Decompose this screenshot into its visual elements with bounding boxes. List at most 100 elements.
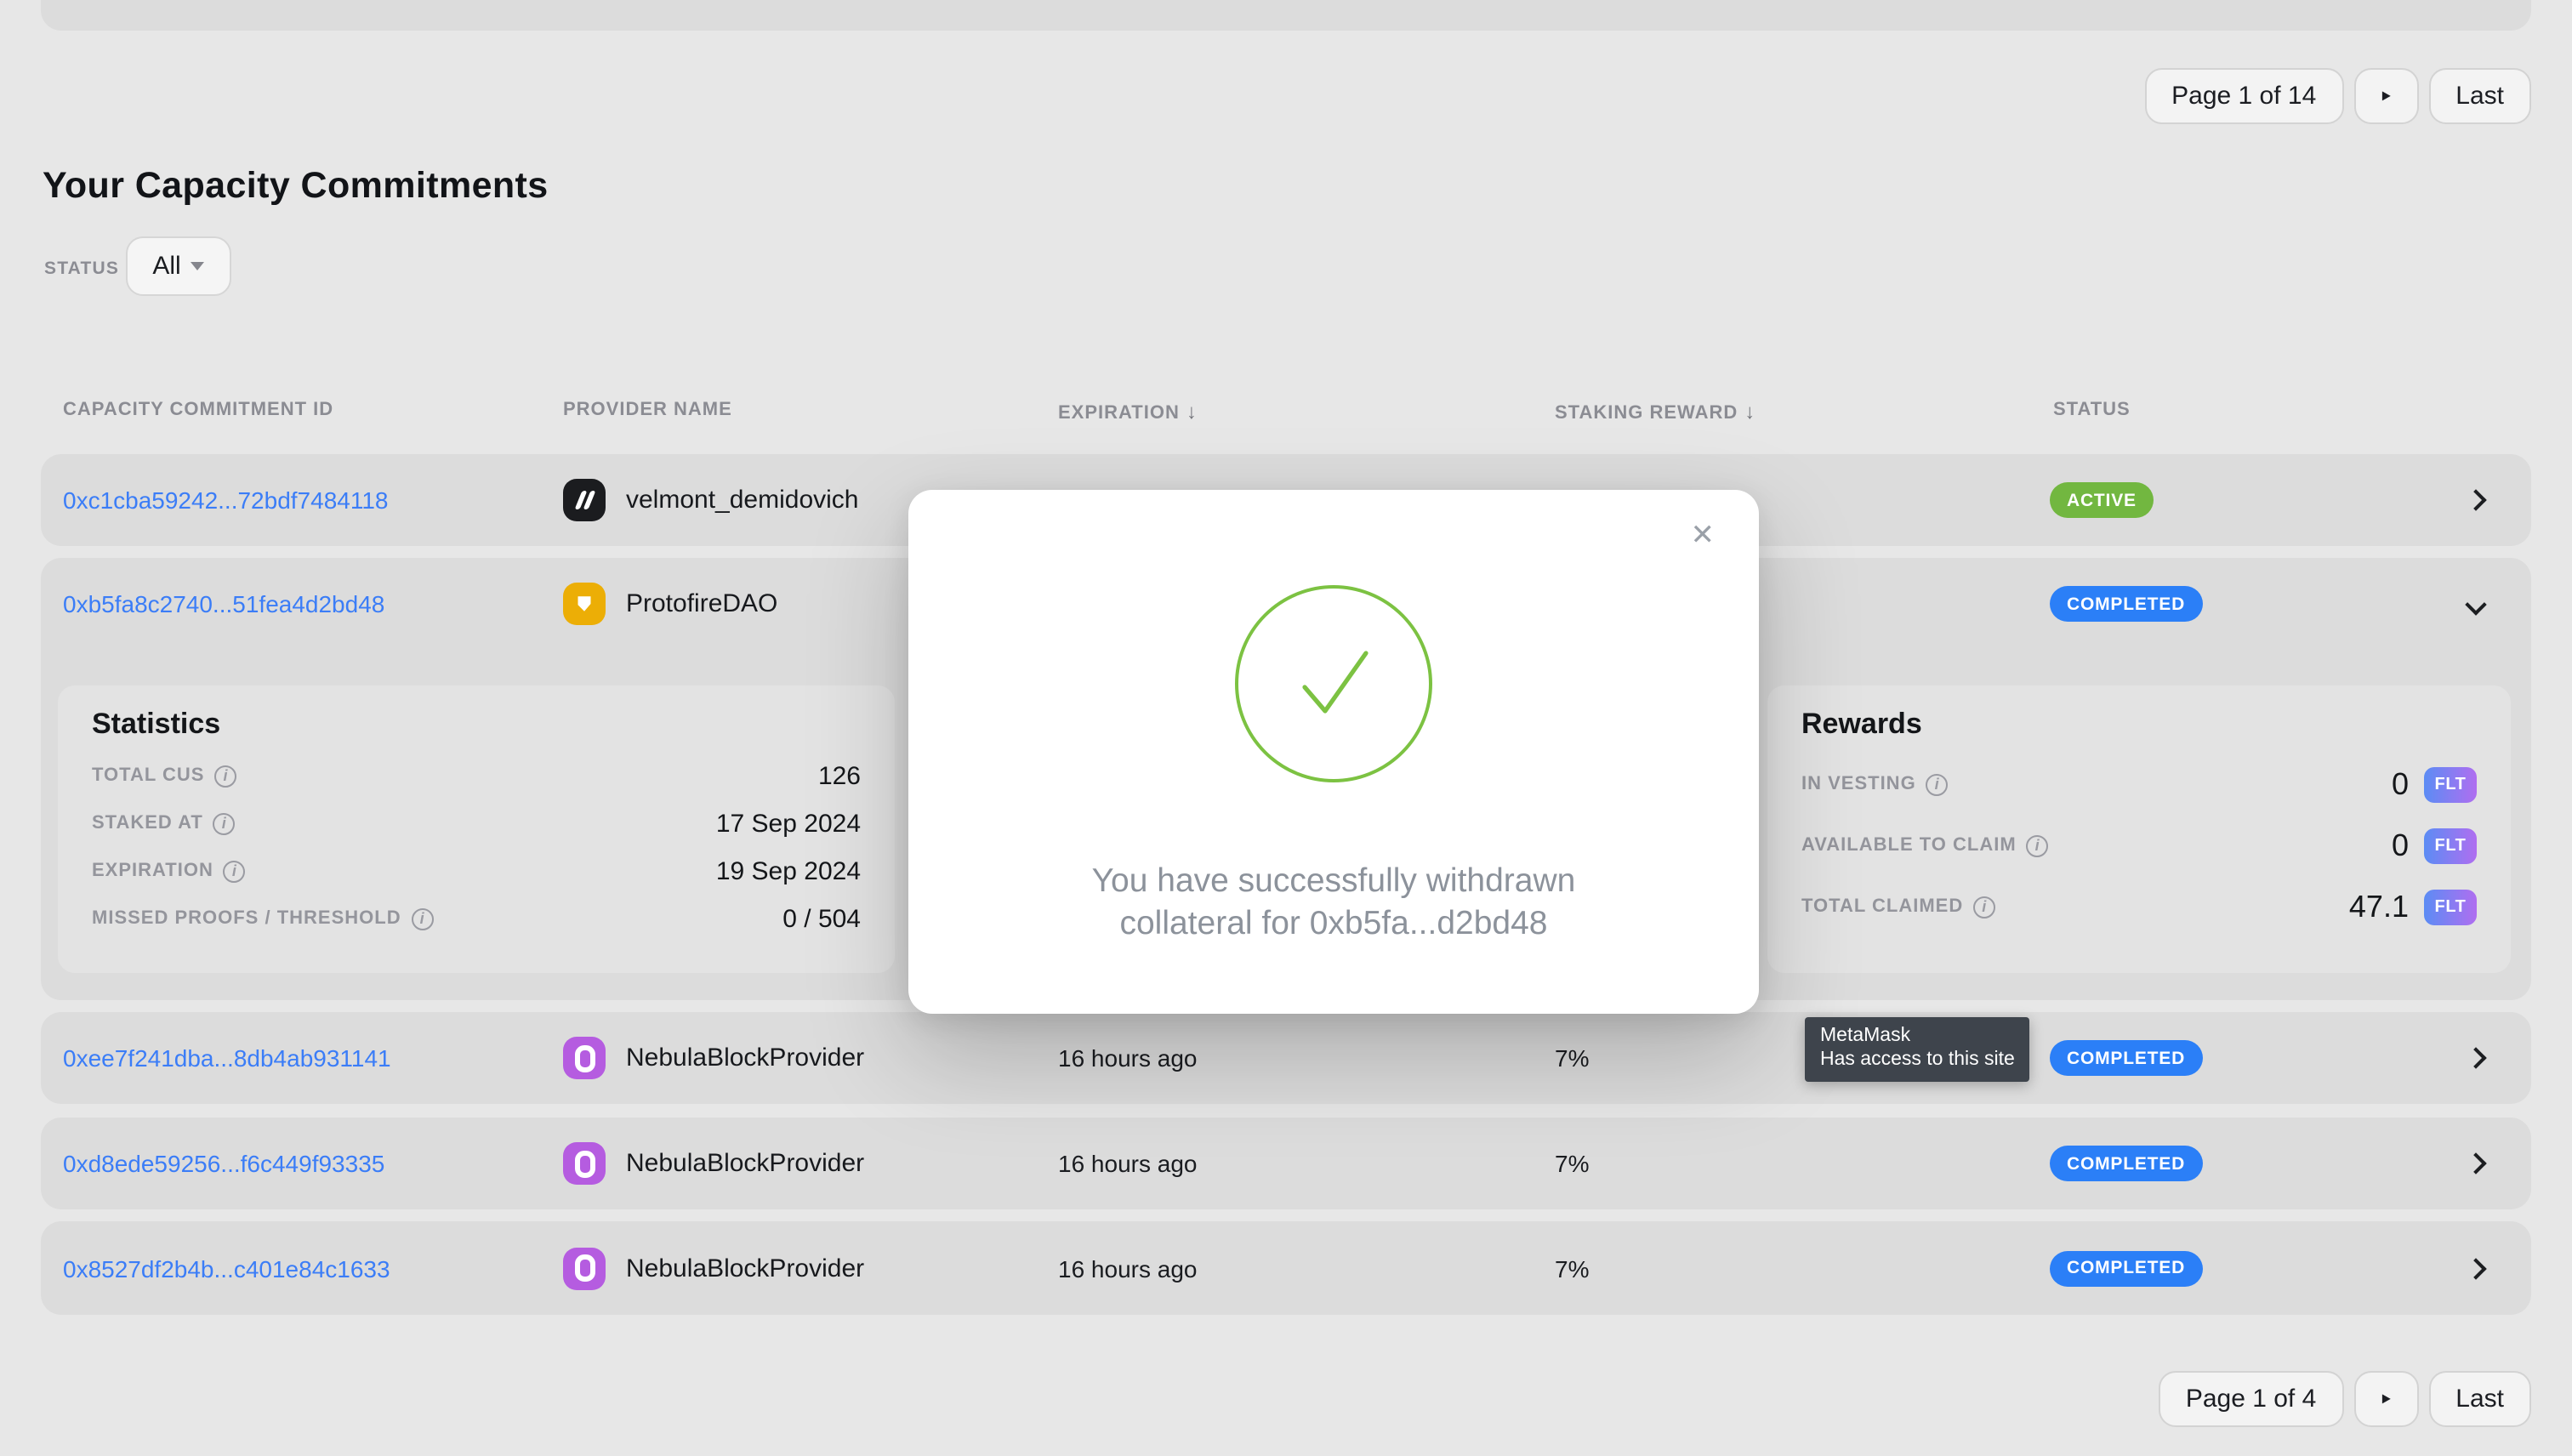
last-page-button[interactable]: Last [2428,68,2531,124]
statistics-title: Statistics [92,708,861,742]
chevron-right-icon[interactable] [2465,1257,2486,1278]
column-header-staking-label: STAKING REWARD [1555,403,1738,424]
reward-value: 0 [2392,766,2409,802]
table-row[interactable]: 0x8527df2b4b...c401e84c1633 NebulaBlockP… [41,1221,2531,1315]
column-header-expiration[interactable]: EXPIRATION ↓ [1058,400,1198,424]
provider-cell: NebulaBlockProvider [563,1247,864,1289]
next-page-button[interactable]: ‣ [2353,68,2418,124]
metamask-tooltip-subtitle: Has access to this site [1820,1048,2015,1072]
commitment-id-link[interactable]: 0xee7f241dba...8db4ab931141 [63,1044,391,1072]
flt-token-badge: FLT [2424,766,2477,802]
commitment-id-link[interactable]: 0xc1cba59242...72bdf7484118 [63,486,389,514]
metamask-tooltip-title: MetaMask [1820,1024,2015,1048]
provider-avatar-icon [563,1247,606,1289]
close-icon[interactable]: ✕ [1691,520,1716,549]
sort-desc-icon: ↓ [1186,400,1198,424]
rewards-panel: Rewards IN VESTINGi 0FLT AVAILABLE TO CL… [1767,685,2511,973]
flt-token-badge: FLT [2424,889,2477,924]
column-header-status: STATUS [2053,400,2131,420]
reward-row: TOTAL CLAIMED i 47.1 FLT [1801,888,2477,925]
stat-row: EXPIRATION i 19 Sep 2024 [92,857,861,884]
table-row-partial [41,0,2531,31]
commitment-id-link[interactable]: 0xd8ede59256...f6c449f93335 [63,1150,384,1177]
chevron-down-icon[interactable] [2465,594,2486,615]
sail-glyph-icon [572,591,597,617]
provider-name: NebulaBlockProvider [626,1254,864,1283]
success-check-icon [1235,585,1432,782]
stat-label: EXPIRATION [92,861,213,881]
stat-label: MISSED PROOFS / THRESHOLD [92,908,401,929]
chevron-right-icon[interactable] [2465,489,2486,510]
table-row[interactable]: 0xd8ede59256...f6c449f93335 NebulaBlockP… [41,1118,2531,1209]
chevron-down-icon [191,262,205,270]
page-indicator-button[interactable]: Page 1 of 4 [2159,1371,2343,1427]
info-icon[interactable]: i [2027,834,2049,856]
reward-label: AVAILABLE TO CLAIM [1801,835,2017,856]
provider-cell: NebulaBlockProvider [563,1142,864,1185]
column-header-staking[interactable]: STAKING REWARD ↓ [1555,400,1755,424]
provider-avatar-icon [563,479,606,521]
reward-value: 0 [2392,828,2409,863]
provider-name: velmont_demidovich [626,486,859,515]
expiration-value: 16 hours ago [1058,1254,1197,1282]
status-filter-value: All [152,252,180,281]
status-filter-label: STATUS [44,259,119,279]
page: Page 1 of 14 ‣ Last Your Capacity Commit… [0,0,2572,1456]
column-header-provider: PROVIDER NAME [563,400,732,420]
info-icon[interactable]: i [213,812,236,834]
info-icon[interactable]: i [224,860,246,882]
commitment-id-link[interactable]: 0x8527df2b4b...c401e84c1633 [63,1254,390,1282]
commitment-id-link[interactable]: 0xb5fa8c2740...51fea4d2bd48 [63,590,384,617]
success-message: You have successfully withdrawn collater… [908,861,1759,946]
metamask-tooltip: MetaMask Has access to this site [1805,1017,2030,1082]
provider-name: NebulaBlockProvider [626,1044,864,1072]
reward-label: TOTAL CLAIMED [1801,896,1963,917]
stat-row: STAKED AT i 17 Sep 2024 [92,810,861,837]
status-badge: COMPLETED [2050,1146,2202,1181]
info-icon[interactable]: i [412,907,434,930]
stat-row: TOTAL CUS i 126 [92,762,861,789]
stat-value: 17 Sep 2024 [716,809,861,838]
reward-label: IN VESTING [1801,774,1916,794]
next-page-icon: ‣ [2378,1384,2393,1414]
next-page-button[interactable]: ‣ [2353,1371,2418,1427]
column-header-expiration-label: EXPIRATION [1058,403,1180,424]
provider-cell: velmont_demidovich [563,479,859,521]
provider-name: ProtofireDAO [626,589,777,618]
sort-desc-icon: ↓ [1744,400,1755,424]
provider-name: NebulaBlockProvider [626,1149,864,1178]
stat-label: STAKED AT [92,813,203,833]
stat-value: 126 [818,761,861,790]
pagination-top: Page 1 of 14 ‣ Last [2144,68,2531,124]
next-page-icon: ‣ [2378,81,2393,111]
chevron-right-icon[interactable] [2465,1152,2486,1174]
page-title: Your Capacity Commitments [43,165,549,208]
flt-token-badge: FLT [2424,828,2477,863]
stat-label: TOTAL CUS [92,765,204,786]
reward-row: AVAILABLE TO CLAIM i 0 FLT [1801,827,2477,864]
pagination-bottom: Page 1 of 4 ‣ Last [2159,1371,2531,1427]
staking-reward-value: 7% [1555,1254,1589,1282]
statistics-panel: Statistics TOTAL CUS i 126 STAKED AT i 17 … [58,685,895,973]
status-filter-dropdown[interactable]: All [126,236,231,296]
provider-avatar-icon [563,1142,606,1185]
info-icon[interactable]: i [1926,773,1949,795]
info-icon[interactable]: i [1973,896,1995,918]
status-badge: COMPLETED [2050,586,2202,622]
status-badge: ACTIVE [2050,482,2154,518]
stat-value: 19 Sep 2024 [716,856,861,885]
page-indicator-button[interactable]: Page 1 of 14 [2144,68,2343,124]
status-badge: COMPLETED [2050,1250,2202,1286]
staking-reward-value: 7% [1555,1044,1589,1072]
stat-row: MISSED PROOFS / THRESHOLDi 0 / 504 [92,905,861,932]
last-page-button[interactable]: Last [2428,1371,2531,1427]
column-header-id: CAPACITY COMMITMENT ID [63,400,333,420]
info-icon[interactable]: i [214,765,236,787]
reward-value: 47.1 [2349,889,2409,924]
reward-row: IN VESTING i 0 FLT [1801,765,2477,803]
provider-avatar-icon [563,583,606,625]
expiration-value: 16 hours ago [1058,1044,1197,1072]
chevron-right-icon[interactable] [2465,1047,2486,1068]
table-row[interactable]: 0xee7f241dba...8db4ab931141 NebulaBlockP… [41,1012,2531,1104]
provider-cell: NebulaBlockProvider [563,1037,864,1079]
